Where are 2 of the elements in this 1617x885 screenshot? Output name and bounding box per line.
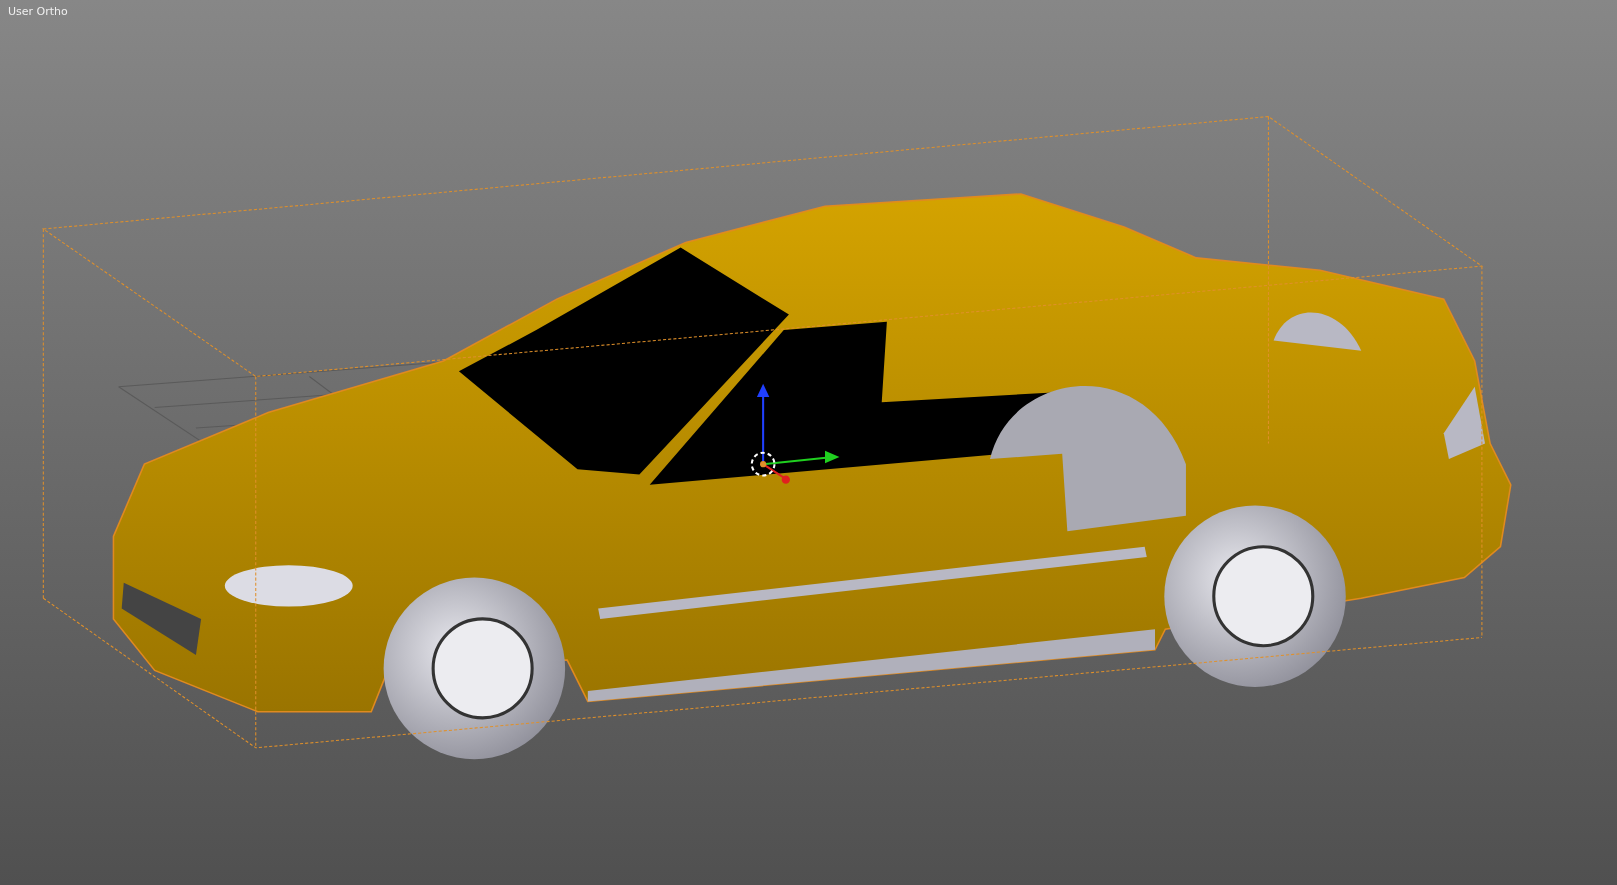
viewport-background[interactable]: User Ortho — [0, 0, 1617, 885]
view-label: User Ortho — [8, 5, 68, 18]
